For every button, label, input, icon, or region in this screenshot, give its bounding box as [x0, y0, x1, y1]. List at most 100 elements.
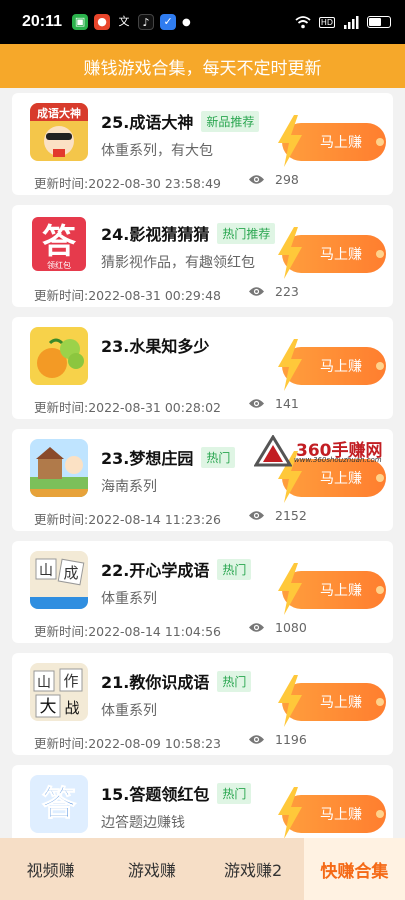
tab-2[interactable]: 游戏赚 — [101, 838, 202, 900]
item-title: 21.教你识成语 热门 — [101, 669, 252, 693]
view-count: 1196 — [275, 732, 307, 747]
item-tag: 热门推荐 — [217, 223, 276, 244]
earn-now-label: 马上赚 — [320, 695, 362, 711]
button-dot-icon — [376, 474, 384, 482]
item-views: 141 — [248, 396, 299, 411]
app-icon-3: 文 — [118, 15, 130, 28]
view-count: 2152 — [275, 508, 307, 523]
earn-now-label: 马上赚 — [320, 471, 362, 487]
idiom2-thumb[interactable]: 山作大战 — [30, 663, 88, 721]
item-views: 223 — [248, 284, 299, 299]
shield-icon: ✓ — [160, 14, 177, 30]
item-update-time: 更新时间:2022-08-14 11:04:56 — [34, 624, 221, 639]
lightning-icon — [278, 675, 302, 727]
earn-now-button[interactable]: 马上赚 — [278, 563, 386, 615]
da-blue-thumb[interactable]: 答 — [30, 775, 88, 833]
earn-now-button[interactable]: 马上赚 — [278, 115, 386, 167]
item-tag: 热门 — [217, 559, 252, 580]
list-item[interactable]: 成语大神 25.成语大神 新品推荐 体重系列，有大包 更新时间:2022-08-30 2… — [12, 93, 393, 195]
svg-text:答: 答 — [42, 784, 77, 824]
item-tag: 新品推荐 — [201, 111, 260, 132]
button-dot-icon — [376, 362, 384, 370]
svg-text:答: 答 — [42, 222, 77, 262]
list-item[interactable]: 23.水果知多少更新时间:2022-08-31 00:28:02 141 马上赚 — [12, 317, 393, 419]
site-watermark: 360手赚网 www.360shouzhuan.com — [254, 434, 394, 468]
earn-now-button[interactable]: 马上赚 — [278, 339, 386, 391]
list-item[interactable]: 山成 22.开心学成语 热门 体重系列 更新时间:2022-08-14 11:04:56… — [12, 541, 393, 643]
tiktok-icon: ♪ — [138, 14, 155, 30]
lightning-icon — [278, 563, 302, 615]
item-tag: 热门 — [201, 447, 236, 468]
view-count: 141 — [275, 396, 299, 411]
item-subtitle: 海南系列 — [101, 479, 157, 495]
item-update-time: 更新时间:2022-08-14 11:23:26 — [34, 512, 221, 527]
earn-now-button[interactable]: 马上赚 — [278, 227, 386, 279]
list-item[interactable]: 答 15.答题领红包 热门边答题边赚钱 马上赚 — [12, 765, 393, 838]
earn-now-button[interactable]: 马上赚 — [278, 675, 386, 727]
item-update-time: 更新时间:2022-08-09 10:58:23 — [34, 736, 221, 751]
tab-1[interactable]: 视频赚 — [0, 838, 101, 900]
idiom-thumb[interactable]: 山成 — [30, 551, 88, 609]
earn-now-label: 马上赚 — [320, 359, 362, 375]
view-count: 223 — [275, 284, 299, 299]
eye-icon — [249, 623, 264, 632]
svg-text:成: 成 — [63, 564, 78, 582]
button-dot-icon — [376, 698, 384, 706]
item-update-time: 更新时间:2022-08-30 23:58:49 — [34, 176, 221, 191]
svg-text:战: 战 — [64, 699, 79, 717]
button-dot-icon — [376, 138, 384, 146]
earn-now-button[interactable]: 马上赚 — [278, 787, 386, 838]
svg-text:作: 作 — [63, 672, 78, 690]
eye-icon — [249, 287, 264, 296]
item-views: 298 — [248, 172, 299, 187]
item-update-time: 更新时间:2022-08-31 00:29:48 — [34, 288, 221, 303]
view-count: 298 — [275, 172, 299, 187]
signal-icon — [344, 15, 359, 29]
svg-text:大: 大 — [40, 697, 57, 717]
lightning-icon — [278, 339, 302, 391]
list-item[interactable]: 答领红包 24.影视猜猜猜 热门推荐 猜影视作品，有趣领红包 更新时间:2022-08-… — [12, 205, 393, 307]
farm-thumb[interactable] — [30, 439, 88, 497]
list-item[interactable]: 山作大战 21.教你识成语 热门体重系列更新时间:2022-08-09 10:58:… — [12, 653, 393, 755]
item-title: 23.水果知多少 — [101, 337, 210, 356]
item-views: 1080 — [248, 620, 307, 635]
chengyu-dashen-thumb[interactable]: 成语大神 — [30, 103, 88, 161]
tab-3[interactable]: 游戏赚2 — [203, 838, 304, 900]
item-title: 15.答题领红包 热门 — [101, 781, 252, 805]
button-dot-icon — [376, 810, 384, 818]
hd-icon: HD — [318, 16, 335, 28]
item-subtitle: 猜影视作品，有趣领红包 — [101, 255, 255, 271]
item-tag: 热门 — [217, 671, 252, 692]
bottom-tab-bar: 视频赚 游戏赚 游戏赚2 快赚合集 — [0, 838, 405, 900]
battery-icon — [367, 16, 391, 28]
item-title: 25.成语大神 新品推荐 — [101, 109, 260, 133]
clock: 20:11 — [22, 13, 63, 30]
svg-text:山: 山 — [39, 563, 53, 579]
page-banner: 赚钱游戏合集，每天不定时更新 — [0, 44, 405, 88]
item-views: 1196 — [248, 732, 307, 747]
eye-icon — [249, 175, 264, 184]
item-subtitle: 边答题边赚钱 — [101, 815, 185, 831]
eye-icon — [249, 399, 264, 408]
item-update-time: 更新时间:2022-08-31 00:28:02 — [34, 400, 221, 415]
lightning-icon — [278, 115, 302, 167]
wifi-icon — [295, 15, 311, 28]
svg-text:领红包: 领红包 — [47, 260, 71, 270]
lightning-icon — [278, 227, 302, 279]
dot-icon: ● — [182, 16, 191, 28]
item-views: 2152 — [248, 508, 307, 523]
watermark-logo-icon — [254, 435, 292, 467]
eye-icon — [249, 735, 264, 744]
item-subtitle: 体重系列 — [101, 703, 157, 719]
lightning-icon — [278, 787, 302, 838]
item-tag: 热门 — [217, 783, 252, 804]
tab-4[interactable]: 快赚合集 — [303, 838, 405, 900]
svg-text:成语大神: 成语大神 — [37, 106, 81, 120]
view-count: 1080 — [275, 620, 307, 635]
fruit-thumb[interactable] — [30, 327, 88, 385]
button-dot-icon — [376, 250, 384, 258]
da-red-thumb[interactable]: 答领红包 — [30, 215, 88, 273]
eye-icon — [249, 511, 264, 520]
earn-now-label: 马上赚 — [320, 135, 362, 151]
earn-now-label: 马上赚 — [320, 807, 362, 823]
